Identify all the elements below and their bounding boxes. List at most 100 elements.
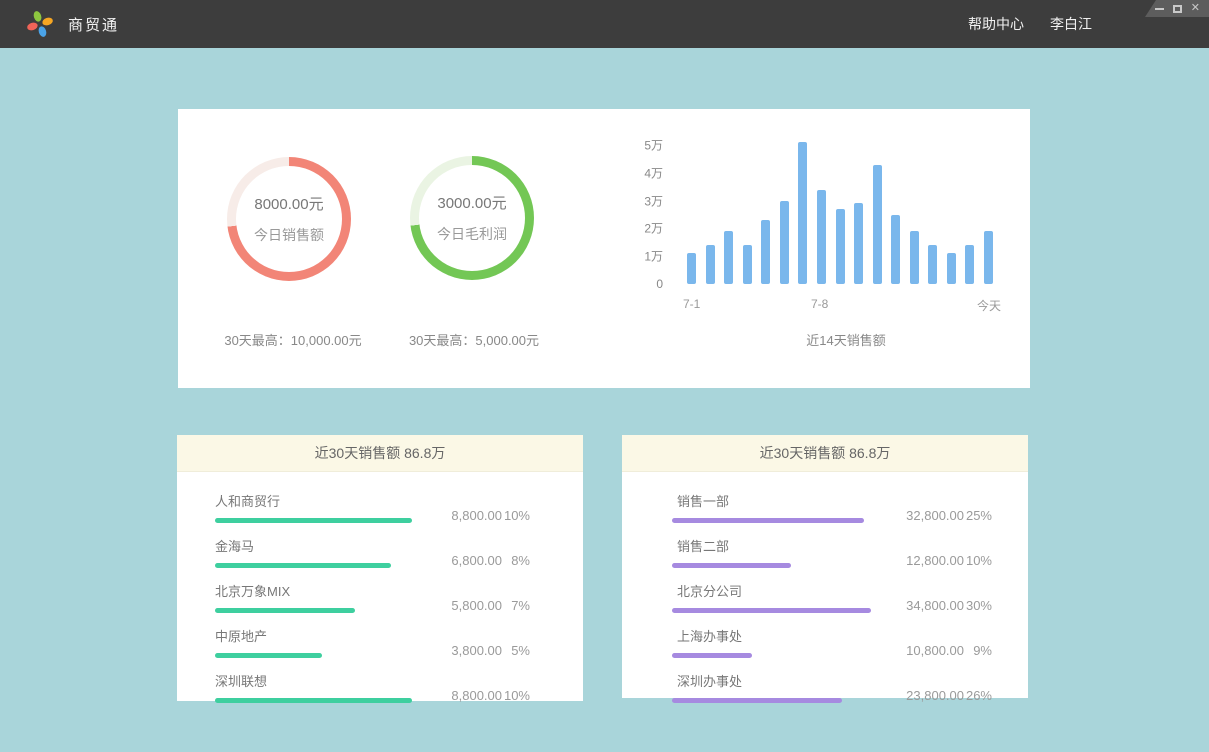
y-tick-label: 4万 <box>644 164 663 181</box>
list-item: 人和商贸行 8,800.00 10% <box>215 491 530 523</box>
item-percent: 10% <box>502 688 530 703</box>
today-profit-value: 3000.00元 <box>437 192 506 213</box>
bar-chart-plot <box>687 143 993 284</box>
item-name: 人和商贸行 <box>215 491 412 510</box>
item-percent: 26% <box>964 688 992 703</box>
customer-panel-title: 近30天销售额 86.8万 <box>177 435 583 472</box>
item-value: 5,800.00 <box>451 598 502 613</box>
x-tick-label: 今天 <box>977 297 1001 314</box>
app-logo-pinwheel-icon <box>26 10 54 38</box>
item-progress-bar <box>215 653 322 658</box>
chart-bar <box>817 190 826 285</box>
today-sales-label: 今日销售额 <box>254 225 324 245</box>
item-value: 23,800.00 <box>906 688 964 703</box>
x-tick-label: 7-1 <box>683 297 700 311</box>
item-progress-bar <box>672 518 864 523</box>
maximize-icon[interactable] <box>1173 3 1182 15</box>
item-value: 34,800.00 <box>906 598 964 613</box>
item-percent: 9% <box>964 643 992 658</box>
item-percent: 10% <box>964 553 992 568</box>
item-value: 3,800.00 <box>451 643 502 658</box>
bar-chart-y-axis: 5万4万3万2万1万0 <box>628 143 663 284</box>
y-tick-label: 2万 <box>644 220 663 237</box>
item-name: 深圳联想 <box>215 671 412 690</box>
chart-bar <box>984 231 993 284</box>
department-ranking-rows: 销售一部 32,800.00 25% 销售二部 12,800.00 10% 北京… <box>622 472 1028 703</box>
bar-chart-x-axis: 7-17-8今天 <box>687 297 993 313</box>
chart-bar <box>724 231 733 284</box>
topbar-menu: 帮助中心 李白江 <box>968 0 1092 48</box>
bar-chart-title: 近14天销售额 <box>693 330 999 349</box>
item-name: 北京万象MIX <box>215 581 355 600</box>
y-tick-label: 5万 <box>644 137 663 154</box>
today-sales-value: 8000.00元 <box>254 193 323 214</box>
list-item: 北京万象MIX 5,800.00 7% <box>215 581 530 613</box>
item-progress-bar <box>215 563 391 568</box>
app-title: 商贸通 <box>68 0 119 48</box>
close-icon[interactable]: ✕ <box>1191 3 1200 15</box>
list-item: 金海马 6,800.00 8% <box>215 536 530 568</box>
item-percent: 25% <box>964 508 992 523</box>
item-progress-bar <box>215 518 412 523</box>
item-percent: 10% <box>502 508 530 523</box>
chart-bar <box>761 220 770 284</box>
chart-bar <box>798 142 807 284</box>
item-name: 深圳办事处 <box>677 671 842 690</box>
item-value: 8,800.00 <box>451 508 502 523</box>
item-value: 6,800.00 <box>451 553 502 568</box>
customer-ranking-rows: 人和商贸行 8,800.00 10% 金海马 6,800.00 8% 北京万象M… <box>177 472 583 703</box>
item-value: 8,800.00 <box>451 688 502 703</box>
window-controls: ✕ <box>1145 0 1209 17</box>
chart-bar <box>780 201 789 284</box>
list-item: 深圳办事处 23,800.00 26% <box>672 671 992 703</box>
department-panel-title: 近30天销售额 86.8万 <box>622 435 1028 472</box>
chart-bar <box>947 253 956 284</box>
item-progress-bar <box>672 608 871 613</box>
chart-bar <box>965 245 974 284</box>
chart-bar <box>928 245 937 284</box>
item-progress-bar <box>672 698 842 703</box>
item-name: 北京分公司 <box>677 581 871 600</box>
list-item: 中原地产 3,800.00 5% <box>215 626 530 658</box>
item-value: 32,800.00 <box>906 508 964 523</box>
chart-bar <box>910 231 919 284</box>
minimize-icon[interactable] <box>1155 3 1164 15</box>
x-tick-label: 7-8 <box>811 297 828 311</box>
item-value: 10,800.00 <box>906 643 964 658</box>
list-item: 销售二部 12,800.00 10% <box>672 536 992 568</box>
item-name: 金海马 <box>215 536 391 555</box>
y-tick-label: 3万 <box>644 192 663 209</box>
item-percent: 7% <box>502 598 530 613</box>
sales-30day-max: 30天最高：10,000.00元 <box>193 330 393 349</box>
today-sales-gauge: 8000.00元 今日销售额 <box>227 157 351 281</box>
item-value: 12,800.00 <box>906 553 964 568</box>
summary-card: 8000.00元 今日销售额 30天最高：10,000.00元 3000.00元… <box>178 109 1030 388</box>
today-profit-label: 今日毛利润 <box>437 224 507 244</box>
list-item: 上海办事处 10,800.00 9% <box>672 626 992 658</box>
chart-bar <box>706 245 715 284</box>
chart-bar <box>873 165 882 285</box>
list-item: 深圳联想 8,800.00 10% <box>215 671 530 703</box>
item-progress-bar <box>215 698 412 703</box>
item-name: 上海办事处 <box>677 626 752 645</box>
customer-ranking-panel: 近30天销售额 86.8万 人和商贸行 8,800.00 10% 金海马 6,8… <box>177 435 583 701</box>
user-menu[interactable]: 李白江 <box>1050 14 1092 34</box>
today-profit-gauge: 3000.00元 今日毛利润 <box>410 156 534 280</box>
item-name: 销售一部 <box>677 491 864 510</box>
item-name: 中原地产 <box>215 626 322 645</box>
y-tick-label: 1万 <box>644 248 663 265</box>
list-item: 销售一部 32,800.00 25% <box>672 491 992 523</box>
chart-bar <box>836 209 845 284</box>
chart-bar <box>743 245 752 284</box>
department-ranking-panel: 近30天销售额 86.8万 销售一部 32,800.00 25% 销售二部 12… <box>622 435 1028 698</box>
title-bar: 商贸通 帮助中心 李白江 ✕ <box>0 0 1209 48</box>
item-percent: 8% <box>502 553 530 568</box>
profit-30day-max: 30天最高：5,000.00元 <box>374 330 574 349</box>
item-percent: 5% <box>502 643 530 658</box>
help-center-link[interactable]: 帮助中心 <box>968 14 1024 34</box>
chart-bar <box>854 203 863 284</box>
y-tick-label: 0 <box>656 277 663 291</box>
item-progress-bar <box>672 563 791 568</box>
item-percent: 30% <box>964 598 992 613</box>
chart-bar <box>891 215 900 285</box>
